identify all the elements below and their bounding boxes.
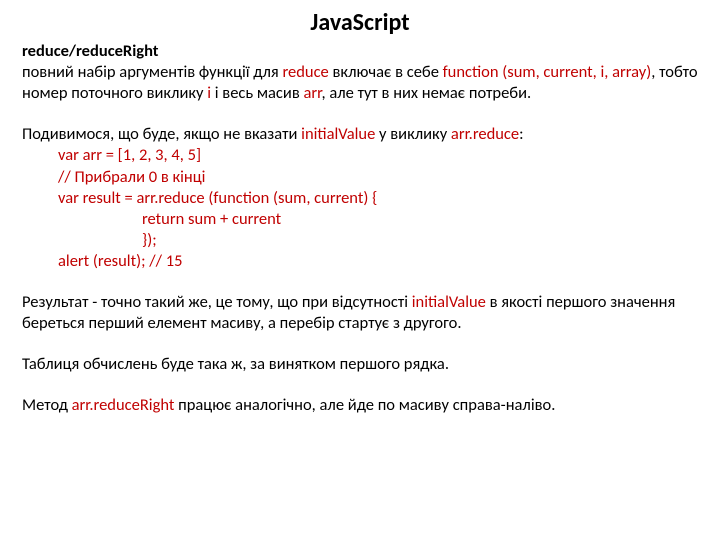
text: Результат - точно такий же, це тому, що … [22, 292, 412, 312]
keyword-initialvalue: initialValue [301, 124, 375, 144]
text: повний набір аргументів функції для [22, 62, 283, 82]
text: включає в себе [329, 62, 443, 82]
code-line-2: // Прибрали 0 в кінці [22, 167, 698, 188]
slide-body: reduce/reduceRight повний набір аргумент… [22, 41, 698, 417]
paragraph-3: Результат - точно такий же, це тому, що … [22, 292, 698, 334]
code-line-1: var arr = [1, 2, 3, 4, 5] [22, 145, 698, 166]
paragraph-4: Таблиця обчислень буде така ж, за винятк… [22, 354, 698, 375]
text: у виклику [375, 124, 451, 144]
text: працює аналогічно, але йде по масиву спр… [174, 395, 555, 415]
keyword-arr: arr [303, 83, 321, 103]
slide: JavaScript reduce/reduceRight повний наб… [0, 0, 720, 540]
keyword-fn-sig: function (sum, current, i, array) [443, 62, 652, 82]
text: і весь масив [211, 83, 303, 103]
text: , але тут в них немає потреби. [321, 83, 531, 103]
code-line-3: var result = arr.reduce (function (sum, … [22, 188, 698, 209]
code-line-6: alert (result); // 15 [22, 251, 698, 272]
paragraph-2: Подивимося, що буде, якщо не вказати ini… [22, 124, 698, 145]
keyword-arr-reduce: arr.reduce [451, 124, 519, 144]
code-line-5: }); [22, 230, 698, 251]
subheading: reduce/reduceRight [22, 41, 698, 62]
keyword-initialvalue-2: initialValue [412, 292, 486, 312]
paragraph-5: Метод arr.reduceRight працює аналогічно,… [22, 395, 698, 416]
text: Метод [22, 395, 72, 415]
text: Подивимося, що буде, якщо не вказати [22, 124, 301, 144]
text: : [519, 124, 523, 144]
keyword-reduceright: arr.reduceRight [72, 395, 175, 415]
code-line-4: return sum + current [22, 209, 698, 230]
paragraph-1: повний набір аргументів функції для redu… [22, 62, 698, 104]
keyword-reduce: reduce [283, 62, 329, 82]
page-title: JavaScript [22, 8, 698, 37]
